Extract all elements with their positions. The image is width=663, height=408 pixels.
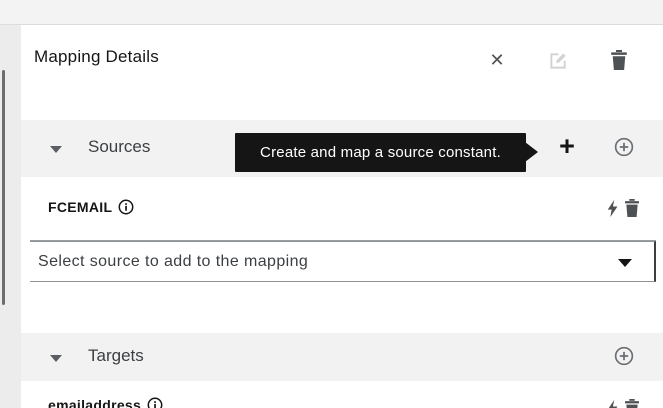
select-placeholder: Select source to add to the mapping — [38, 252, 309, 270]
plus-icon: + — [559, 131, 575, 161]
close-icon: ✕ — [489, 49, 505, 70]
target-field-row: emailaddress — [30, 381, 656, 408]
targets-section-header: Targets — [21, 333, 663, 381]
trash-icon — [610, 50, 628, 70]
page-title: Mapping Details — [34, 47, 159, 66]
source-field-name-wrap: FCEMAIL — [48, 199, 134, 215]
target-field-name: emailaddress — [48, 397, 142, 408]
mapping-details-panel: Mapping Details ✕ Sources Create and map… — [21, 25, 663, 408]
trash-icon — [624, 199, 644, 217]
source-field-actions — [606, 197, 644, 219]
scrollbar-thumb[interactable] — [2, 70, 5, 305]
bolt-icon — [606, 399, 619, 408]
delete-mapping-button[interactable] — [604, 47, 634, 73]
sources-collapse-toggle[interactable] — [48, 140, 64, 156]
left-scrollbar-track — [0, 25, 21, 408]
caret-down-icon — [618, 259, 632, 267]
chevron-down-icon — [50, 354, 62, 362]
circle-plus-icon — [613, 345, 641, 367]
add-target-field-button[interactable] — [613, 342, 641, 370]
sources-section-header: Sources Create and map a source constant… — [21, 120, 663, 177]
close-button[interactable]: ✕ — [482, 47, 512, 73]
source-field-row: FCEMAIL — [30, 177, 656, 241]
add-source-select[interactable]: Select source to add to the mapping — [30, 241, 656, 282]
targets-section-label: Targets — [88, 346, 144, 365]
mapping-details-screen: Mapping Details ✕ Sources Create and map… — [0, 0, 663, 408]
edit-icon — [549, 51, 568, 70]
circle-plus-icon — [613, 136, 641, 158]
bolt-icon — [606, 199, 619, 218]
info-icon[interactable] — [118, 199, 134, 215]
remove-target-field-button[interactable] — [624, 397, 644, 408]
tooltip-arrow — [525, 142, 538, 162]
trash-icon — [624, 399, 644, 408]
tooltip-create-source-constant: Create and map a source constant. — [235, 133, 538, 172]
tooltip-text: Create and map a source constant. — [260, 144, 501, 161]
add-source-constant-button[interactable]: + — [551, 130, 583, 162]
targets-collapse-toggle[interactable] — [48, 349, 64, 365]
sources-section-label: Sources — [88, 137, 151, 156]
remove-source-field-button[interactable] — [624, 197, 644, 219]
add-source-field-button[interactable] — [613, 133, 641, 161]
target-field-actions — [606, 397, 644, 408]
info-icon[interactable] — [147, 397, 163, 408]
edit-button[interactable] — [543, 47, 573, 73]
app-top-strip — [0, 0, 663, 25]
target-field-name-wrap: emailaddress — [48, 397, 163, 408]
source-field-name: FCEMAIL — [48, 199, 113, 215]
chevron-down-icon — [50, 145, 62, 153]
